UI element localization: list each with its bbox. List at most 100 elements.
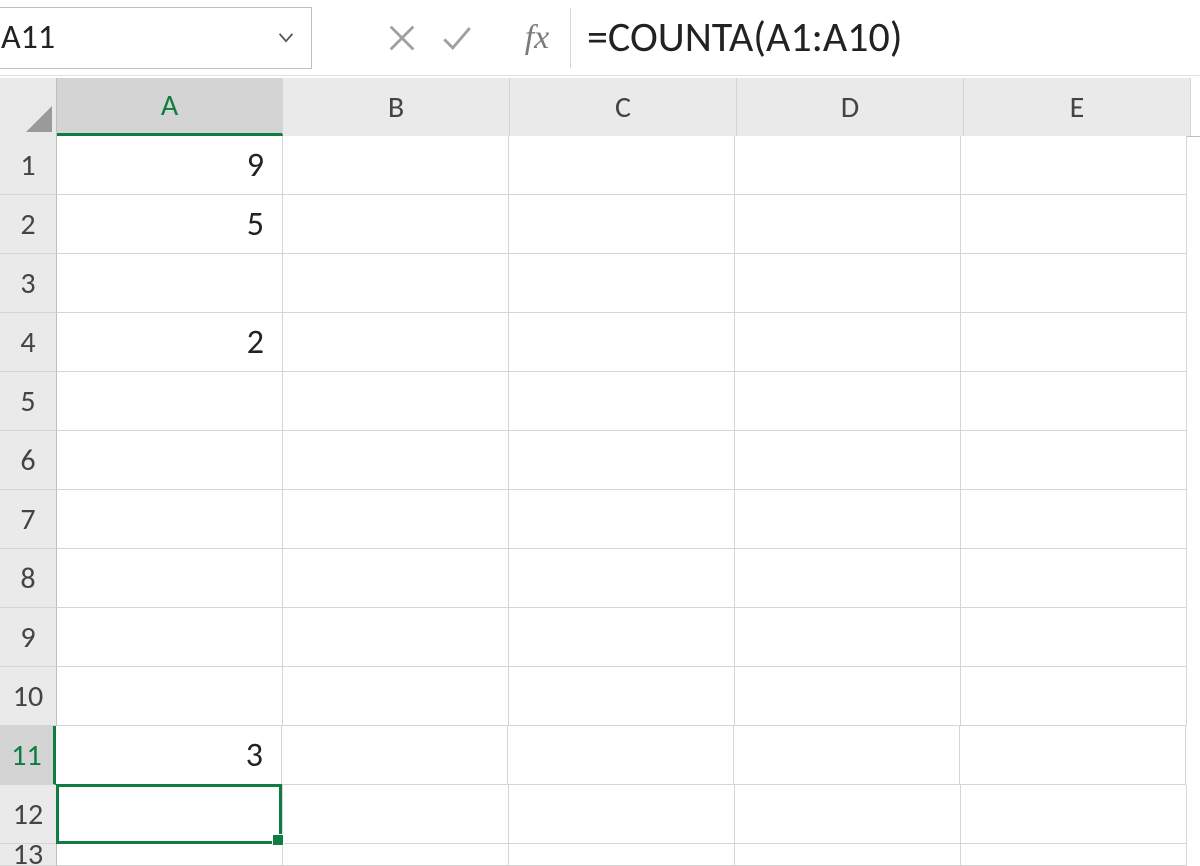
cell-A1[interactable]: 9 [57, 136, 283, 195]
formula-input[interactable]: =COUNTA(A1:A10) [583, 8, 1200, 68]
row-5: 5 [0, 372, 1200, 431]
cell-A2[interactable]: 5 [57, 195, 283, 254]
cell-E2[interactable] [961, 195, 1187, 254]
cell-E1[interactable] [961, 136, 1187, 195]
cell-D1[interactable] [735, 136, 961, 195]
column-header-D[interactable]: D [737, 78, 964, 136]
cell-E5[interactable] [961, 372, 1187, 431]
cell-A8[interactable] [57, 549, 283, 608]
cell-A12[interactable] [57, 785, 283, 844]
row-header-5[interactable]: 5 [0, 372, 57, 431]
cell-B11[interactable] [282, 726, 508, 785]
cell-C10[interactable] [509, 667, 735, 726]
row-12: 12 [0, 785, 1200, 844]
name-box-dropdown-icon[interactable] [271, 13, 301, 62]
row-header-4[interactable]: 4 [0, 313, 57, 372]
cell-D7[interactable] [735, 490, 961, 549]
cell-C7[interactable] [509, 490, 735, 549]
cell-E4[interactable] [961, 313, 1187, 372]
row-7: 7 [0, 490, 1200, 549]
cell-D13[interactable] [735, 844, 961, 866]
row-11: 113 [0, 726, 1200, 785]
cell-C1[interactable] [509, 136, 735, 195]
formula-bar: A11 fx =COUNTA(A1:A10) [0, 0, 1200, 76]
cell-D9[interactable] [735, 608, 961, 667]
cell-A11[interactable]: 3 [56, 726, 282, 785]
cell-D2[interactable] [735, 195, 961, 254]
cell-B4[interactable] [283, 313, 509, 372]
cell-B9[interactable] [283, 608, 509, 667]
cell-E6[interactable] [961, 431, 1187, 490]
row-header-9[interactable]: 9 [0, 608, 57, 667]
cell-B7[interactable] [283, 490, 509, 549]
cell-B13[interactable] [283, 844, 509, 866]
cell-E11[interactable] [960, 726, 1186, 785]
cell-C2[interactable] [509, 195, 735, 254]
cell-A4[interactable]: 2 [57, 313, 283, 372]
fx-label[interactable]: fx [504, 8, 571, 68]
column-header-C[interactable]: C [510, 78, 737, 136]
cell-E3[interactable] [961, 254, 1187, 313]
name-box[interactable]: A11 [0, 7, 312, 69]
row-3: 3 [0, 254, 1200, 313]
cell-E13[interactable] [961, 844, 1187, 866]
row-1: 19 [0, 136, 1200, 195]
cell-E7[interactable] [961, 490, 1187, 549]
cell-C11[interactable] [508, 726, 734, 785]
cell-A10[interactable] [57, 667, 283, 726]
cell-B3[interactable] [283, 254, 509, 313]
cell-C9[interactable] [509, 608, 735, 667]
column-header-A[interactable]: A [57, 78, 283, 136]
row-header-8[interactable]: 8 [0, 549, 57, 608]
cell-E8[interactable] [961, 549, 1187, 608]
cell-D4[interactable] [735, 313, 961, 372]
cell-B2[interactable] [283, 195, 509, 254]
cancel-button[interactable] [374, 8, 429, 68]
cell-D3[interactable] [735, 254, 961, 313]
excel-window: A11 fx =COUNTA(A1:A10) ABCDE 19253425678… [0, 0, 1200, 866]
cell-D11[interactable] [734, 726, 960, 785]
enter-button[interactable] [429, 8, 484, 68]
cell-B12[interactable] [283, 785, 509, 844]
row-header-6[interactable]: 6 [0, 431, 57, 490]
column-header-B[interactable]: B [283, 78, 510, 136]
cell-D5[interactable] [735, 372, 961, 431]
cell-E9[interactable] [961, 608, 1187, 667]
select-all-corner[interactable] [0, 78, 57, 136]
cell-B5[interactable] [283, 372, 509, 431]
cell-B1[interactable] [283, 136, 509, 195]
cell-D12[interactable] [735, 785, 961, 844]
cell-C13[interactable] [509, 844, 735, 866]
cell-A5[interactable] [57, 372, 283, 431]
column-header-E[interactable]: E [964, 78, 1191, 136]
cell-A13[interactable] [57, 844, 283, 866]
cell-C3[interactable] [509, 254, 735, 313]
cell-E12[interactable] [961, 785, 1187, 844]
cell-A3[interactable] [57, 254, 283, 313]
row-6: 6 [0, 431, 1200, 490]
worksheet-grid: ABCDE 192534256789101131213 [0, 78, 1200, 866]
cell-C4[interactable] [509, 313, 735, 372]
cell-C12[interactable] [509, 785, 735, 844]
cell-E10[interactable] [961, 667, 1187, 726]
cell-D6[interactable] [735, 431, 961, 490]
cell-A6[interactable] [57, 431, 283, 490]
row-10: 10 [0, 667, 1200, 726]
cell-B6[interactable] [283, 431, 509, 490]
row-header-11[interactable]: 11 [0, 726, 56, 785]
row-header-1[interactable]: 1 [0, 136, 57, 195]
cell-B10[interactable] [283, 667, 509, 726]
row-header-7[interactable]: 7 [0, 490, 57, 549]
cell-C6[interactable] [509, 431, 735, 490]
cell-A7[interactable] [57, 490, 283, 549]
row-header-13[interactable]: 13 [0, 844, 57, 866]
cell-D10[interactable] [735, 667, 961, 726]
row-header-3[interactable]: 3 [0, 254, 57, 313]
cell-C8[interactable] [509, 549, 735, 608]
cell-A9[interactable] [57, 608, 283, 667]
cell-C5[interactable] [509, 372, 735, 431]
cell-B8[interactable] [283, 549, 509, 608]
cell-D8[interactable] [735, 549, 961, 608]
row-header-2[interactable]: 2 [0, 195, 57, 254]
row-header-10[interactable]: 10 [0, 667, 57, 726]
